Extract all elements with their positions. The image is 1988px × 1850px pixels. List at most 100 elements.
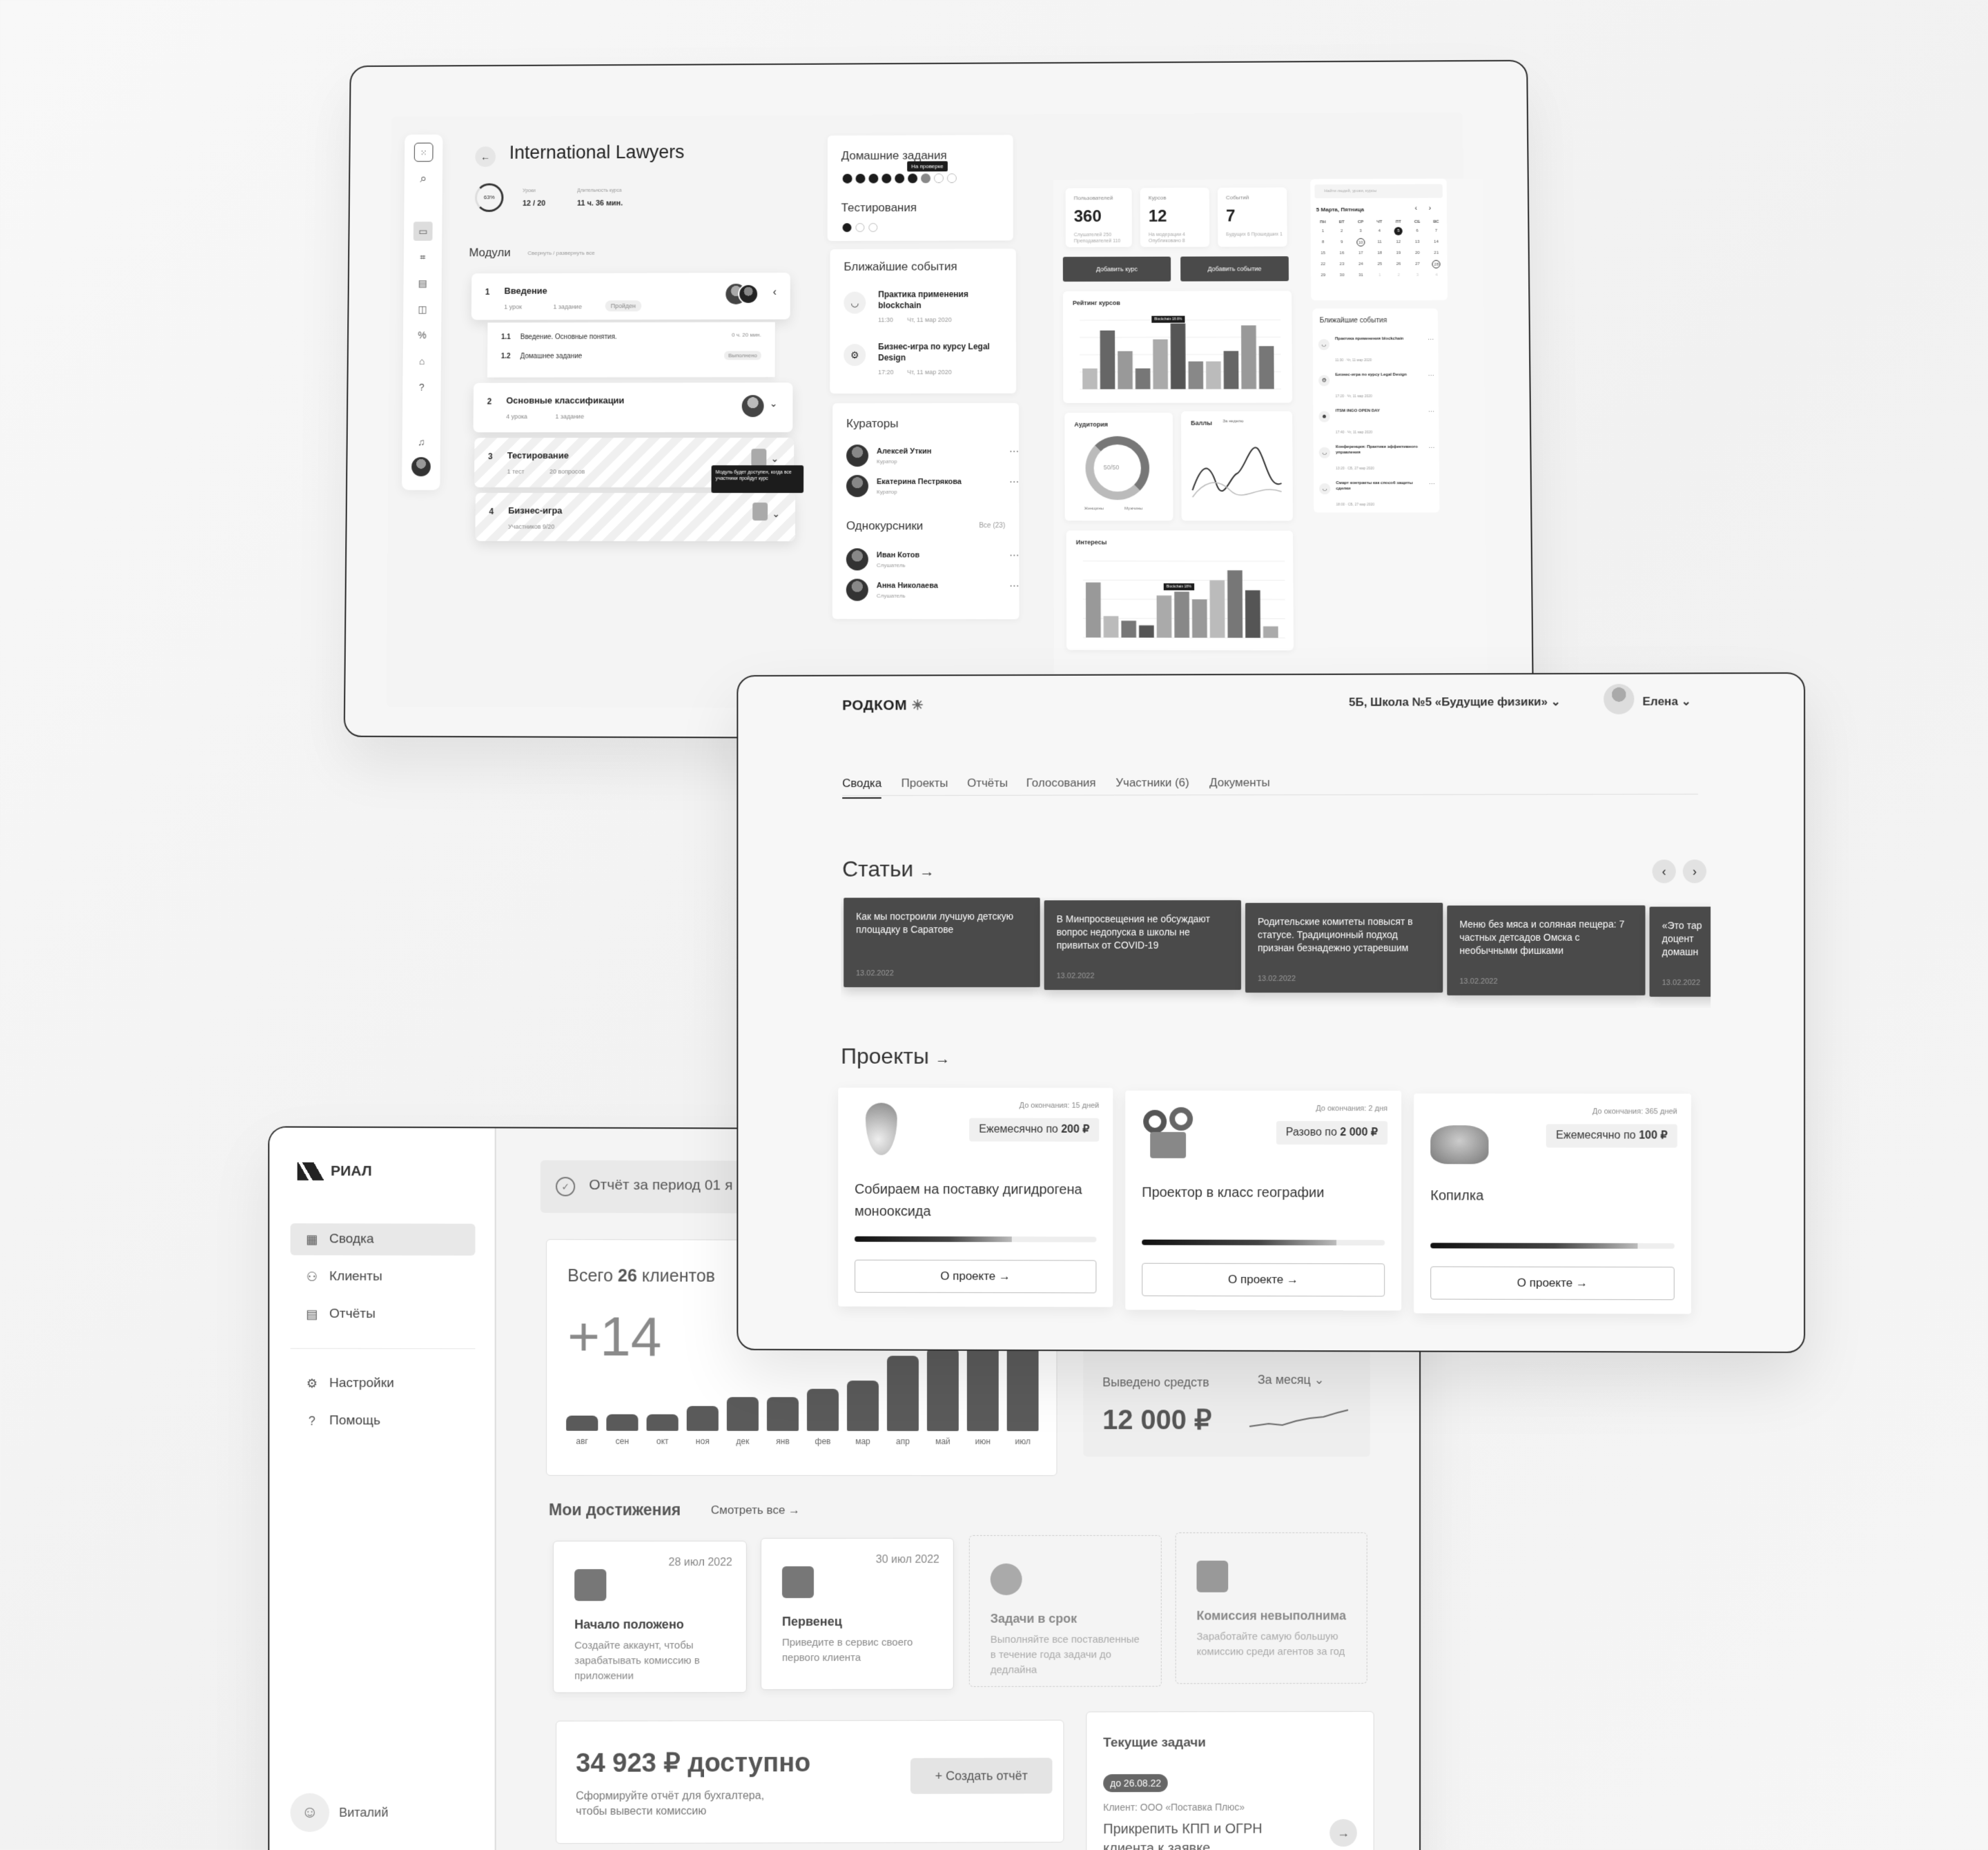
chevron-down-icon[interactable]: ⌄ <box>770 398 778 409</box>
chart-bar[interactable] <box>1206 361 1221 389</box>
homework-dot[interactable] <box>868 173 879 184</box>
more-icon[interactable]: ⋯ <box>1009 476 1019 488</box>
calendar-day[interactable]: 17 <box>1352 249 1370 257</box>
calendar-day[interactable]: 16 <box>1332 249 1351 257</box>
calendar-day[interactable]: 7 <box>1427 227 1445 235</box>
calendar-day[interactable]: 20 <box>1408 249 1427 257</box>
about-project-button[interactable]: О проекте → <box>1430 1266 1675 1301</box>
homework-dot[interactable] <box>908 173 918 184</box>
calendar-day[interactable]: 30 <box>1332 271 1351 280</box>
chart-bar[interactable] <box>566 1415 598 1431</box>
chart-bar[interactable] <box>886 1355 919 1432</box>
calendar-day[interactable]: 22 <box>1314 260 1332 269</box>
about-project-button[interactable]: О проекте → <box>855 1259 1097 1294</box>
projects-heading[interactable]: Проекты → <box>841 1044 950 1069</box>
logo-icon[interactable]: ⁙ <box>413 142 433 162</box>
chart-bar[interactable] <box>1118 351 1133 389</box>
event-item[interactable]: ⚙ Бизнес-игра по курсу Legal Design 17:2… <box>844 338 1016 380</box>
period-dropdown[interactable]: За неделю <box>1222 420 1243 424</box>
calendar-day[interactable]: 6 <box>1407 227 1426 235</box>
calendar-day[interactable]: 3 <box>1408 271 1427 280</box>
calendar-day[interactable]: 25 <box>1370 260 1389 269</box>
module-card-locked[interactable]: 4 Бизнес-игра Участников 9/20 ⌄ <box>475 492 796 542</box>
rial-logo[interactable]: РИАЛ <box>297 1162 372 1181</box>
bell-icon[interactable]: ♫ <box>411 432 431 451</box>
curator-item[interactable]: Екатерина Пестрякова Куратор ⋯ <box>846 475 1019 503</box>
calendar-day[interactable]: 23 <box>1332 260 1351 269</box>
chart-bar[interactable] <box>1258 346 1274 389</box>
user-avatar[interactable]: ☺ <box>290 1793 330 1833</box>
more-icon[interactable]: ⋯ <box>1009 446 1019 458</box>
see-all-link[interactable]: Смотреть все → <box>711 1503 800 1517</box>
chevron-left-icon[interactable]: ‹ <box>1652 859 1676 884</box>
calendar-day[interactable]: 18 <box>1370 249 1389 257</box>
article-card[interactable]: Как мы построили лучшую детскую площадку… <box>844 897 1040 988</box>
homework-dot[interactable] <box>921 173 931 184</box>
chevron-down-icon[interactable]: ⌄ <box>771 453 779 465</box>
event-item[interactable]: ◡ Практика применения blockchain 11:30 Ч… <box>844 286 1016 327</box>
more-icon[interactable]: ⋯ <box>1428 445 1434 452</box>
calendar-day[interactable]: 10 <box>1356 237 1365 247</box>
chart-bar[interactable] <box>1191 599 1207 638</box>
sub-item-name[interactable]: Введение. Основные понятия. <box>520 333 617 341</box>
calendar-day[interactable]: 26 <box>1389 260 1407 269</box>
nav-item-summary[interactable]: ▦ Сводка <box>290 1223 476 1256</box>
help-icon[interactable]: ? <box>412 378 431 397</box>
prev-month-icon[interactable]: ‹ <box>1415 205 1417 213</box>
calendar-day[interactable]: 21 <box>1427 249 1445 257</box>
more-icon[interactable]: ⋯ <box>1428 372 1434 380</box>
calendar-icon[interactable]: ▤ <box>413 273 432 293</box>
avatar[interactable] <box>411 457 431 477</box>
module-card[interactable]: 1 Введение 1 урок 1 задание Пройден ‹ <box>471 272 790 320</box>
modules-toggle[interactable]: Свернуть / развернуть все <box>527 250 594 256</box>
chart-bar[interactable] <box>726 1397 759 1431</box>
arrow-right-icon[interactable]: → <box>1329 1819 1357 1847</box>
chart-bar[interactable] <box>1263 626 1278 639</box>
chart-bar[interactable] <box>1153 339 1169 389</box>
chart-bar[interactable] <box>1085 582 1101 638</box>
chart-bar[interactable] <box>1241 325 1257 389</box>
nav-item-clients[interactable]: ⚇ Клиенты <box>291 1260 476 1293</box>
calendar-day[interactable]: 31 <box>1352 271 1370 280</box>
tab-summary[interactable]: Сводка <box>842 777 882 799</box>
nav-item-reports[interactable]: ▤ Отчёты <box>291 1298 476 1331</box>
chart-bar[interactable] <box>1100 330 1115 389</box>
chart-bar[interactable] <box>1188 361 1204 389</box>
event-item[interactable]: ☻ ITSM INGO OPEN DAY 17:40 · Чт, 11 мар 20… <box>1318 408 1434 440</box>
calendar-day[interactable]: 19 <box>1389 249 1407 257</box>
chevron-down-icon[interactable]: ⌄ <box>772 508 780 520</box>
calendar-day[interactable]: 15 <box>1314 249 1332 257</box>
curator-item[interactable]: Алексей Уткин Куратор ⋯ <box>846 445 1019 472</box>
user-name[interactable]: Виталий <box>339 1806 388 1820</box>
book-icon[interactable]: ▭ <box>413 222 433 241</box>
more-icon[interactable]: ⋯ <box>1429 480 1435 488</box>
chart-bar[interactable] <box>1170 323 1186 389</box>
calendar-day[interactable]: 4 <box>1427 271 1445 280</box>
sub-item-name[interactable]: Домашнее задание <box>520 353 583 360</box>
search-input[interactable]: Найти людей, уроки, курсы <box>1314 184 1443 199</box>
chart-bar[interactable] <box>1103 616 1119 638</box>
search-icon[interactable]: ⌕ <box>414 168 433 188</box>
calendar-day[interactable]: 5 <box>1394 226 1403 235</box>
calendar-day[interactable]: 2 <box>1332 227 1351 235</box>
tab-reports[interactable]: Отчёты <box>967 777 1008 790</box>
classmate-item[interactable]: Анна Николаева Слушатель ⋯ <box>846 578 1020 607</box>
tab-votes[interactable]: Голосования <box>1026 776 1096 790</box>
chart-bar[interactable] <box>1209 580 1225 638</box>
homework-dot[interactable] <box>855 173 866 184</box>
achievement-card[interactable]: 30 июл 2022 Первенец Приведите в сервис … <box>760 1537 954 1691</box>
articles-heading[interactable]: Статьи → <box>842 857 935 882</box>
homework-dot[interactable] <box>842 173 852 184</box>
calendar-day[interactable]: 12 <box>1389 238 1407 246</box>
percent-icon[interactable]: % <box>413 326 432 345</box>
next-month-icon[interactable]: › <box>1429 205 1431 213</box>
chart-bar[interactable] <box>806 1389 839 1431</box>
chart-bar[interactable] <box>686 1405 719 1431</box>
event-item[interactable]: ◡ Конференция: Практики эффективного упра… <box>1318 445 1435 476</box>
chart-bar[interactable] <box>1156 595 1172 638</box>
chart-bar[interactable] <box>1135 368 1151 389</box>
classmate-item[interactable]: Иван Котов Слушатель ⋯ <box>846 548 1020 576</box>
nav-item-settings[interactable]: ⚙ Настройки <box>291 1367 476 1399</box>
add-event-button[interactable]: Добавить событие <box>1180 256 1289 282</box>
homework-dot[interactable] <box>946 173 957 184</box>
